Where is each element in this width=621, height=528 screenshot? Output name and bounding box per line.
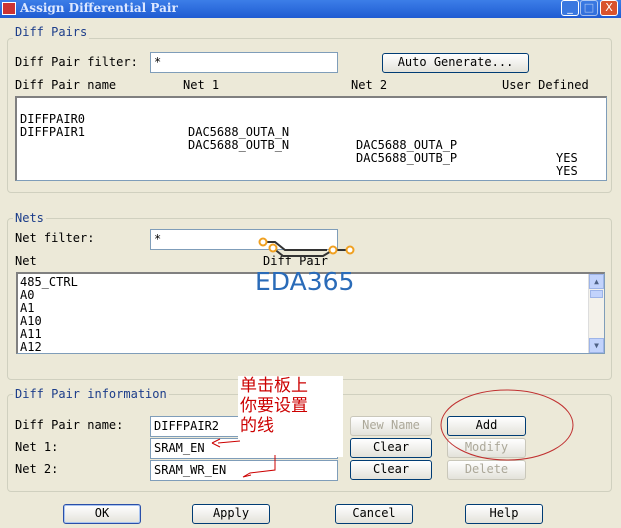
auto-generate-button[interactable]: Auto Generate... (382, 53, 529, 73)
modify-button[interactable]: Modify (447, 438, 526, 458)
add-button[interactable]: Add (447, 416, 526, 436)
diff-pair-filter-label: Diff Pair filter: (15, 55, 138, 69)
help-button[interactable]: Help (465, 504, 543, 524)
cell-net2: DAC5688_OUTB_P (356, 151, 458, 165)
scroll-thumb[interactable] (590, 290, 603, 298)
list-item[interactable]: A12 (20, 341, 42, 354)
clear-net2-button[interactable]: Clear (350, 460, 432, 480)
col-diff-pair-name: Diff Pair name (15, 78, 117, 92)
annotation-line: 你要设置 (240, 396, 308, 416)
diff-pairs-list[interactable]: DIFFPAIR0 DAC5688_OUTA_N DAC5688_OUTA_P … (15, 96, 607, 181)
cell-name: DIFFPAIR1 (20, 125, 86, 139)
apply-button[interactable]: Apply (192, 504, 270, 524)
col-user-defined: User Defined (502, 78, 589, 92)
ok-button[interactable]: OK (63, 504, 141, 524)
annotation-line: 的线 (240, 416, 274, 436)
delete-button[interactable]: Delete (447, 460, 526, 480)
watermark-text: EDA365 (255, 267, 354, 294)
diff-pairs-label: Diff Pairs (13, 25, 90, 39)
net1-label: Net 1: (15, 440, 59, 454)
annotation-line: 单击板上 (240, 376, 308, 396)
diff-pair-info-label: Diff Pair information (13, 387, 169, 401)
cancel-button[interactable]: Cancel (335, 504, 413, 524)
new-name-button[interactable]: New Name (350, 416, 432, 436)
net2-label: Net 2: (15, 462, 59, 476)
net2-input[interactable]: SRAM_WR_EN (150, 460, 338, 481)
eda365-watermark: EDA365 (255, 237, 355, 294)
nets-label: Nets (13, 211, 46, 225)
table-row[interactable]: DIFFPAIR1 DAC5688_OUTB_N DAC5688_OUTB_P … (20, 113, 605, 178)
col-net: Net (15, 254, 37, 268)
diff-pair-filter-input[interactable]: * (150, 52, 338, 73)
scroll-up-icon[interactable]: ▲ (589, 274, 604, 289)
window-title: Assign Differential Pair (20, 1, 178, 15)
cell-user-defined: YES (556, 164, 578, 178)
net-filter-label: Net filter: (15, 231, 95, 245)
app-icon (2, 2, 16, 15)
scrollbar[interactable]: ▲ ▼ (588, 274, 604, 353)
col-net2: Net 2 (351, 78, 388, 92)
cell-net1: DAC5688_OUTB_N (188, 138, 290, 152)
close-button[interactable]: X (600, 0, 618, 16)
minimize-button[interactable]: _ (561, 0, 579, 16)
title-bar: Assign Differential Pair _ □ X (0, 0, 621, 18)
maximize-button[interactable]: □ (580, 0, 598, 16)
annotation-note: 单击板上 你要设置 的线 (238, 376, 343, 457)
scroll-down-icon[interactable]: ▼ (589, 338, 604, 353)
diff-pair-name-label: Diff Pair name: (15, 418, 124, 432)
table-row[interactable]: DIFFPAIR0 DAC5688_OUTA_N DAC5688_OUTA_P … (20, 100, 605, 165)
clear-net1-button[interactable]: Clear (350, 438, 432, 458)
col-net1: Net 1 (183, 78, 220, 92)
